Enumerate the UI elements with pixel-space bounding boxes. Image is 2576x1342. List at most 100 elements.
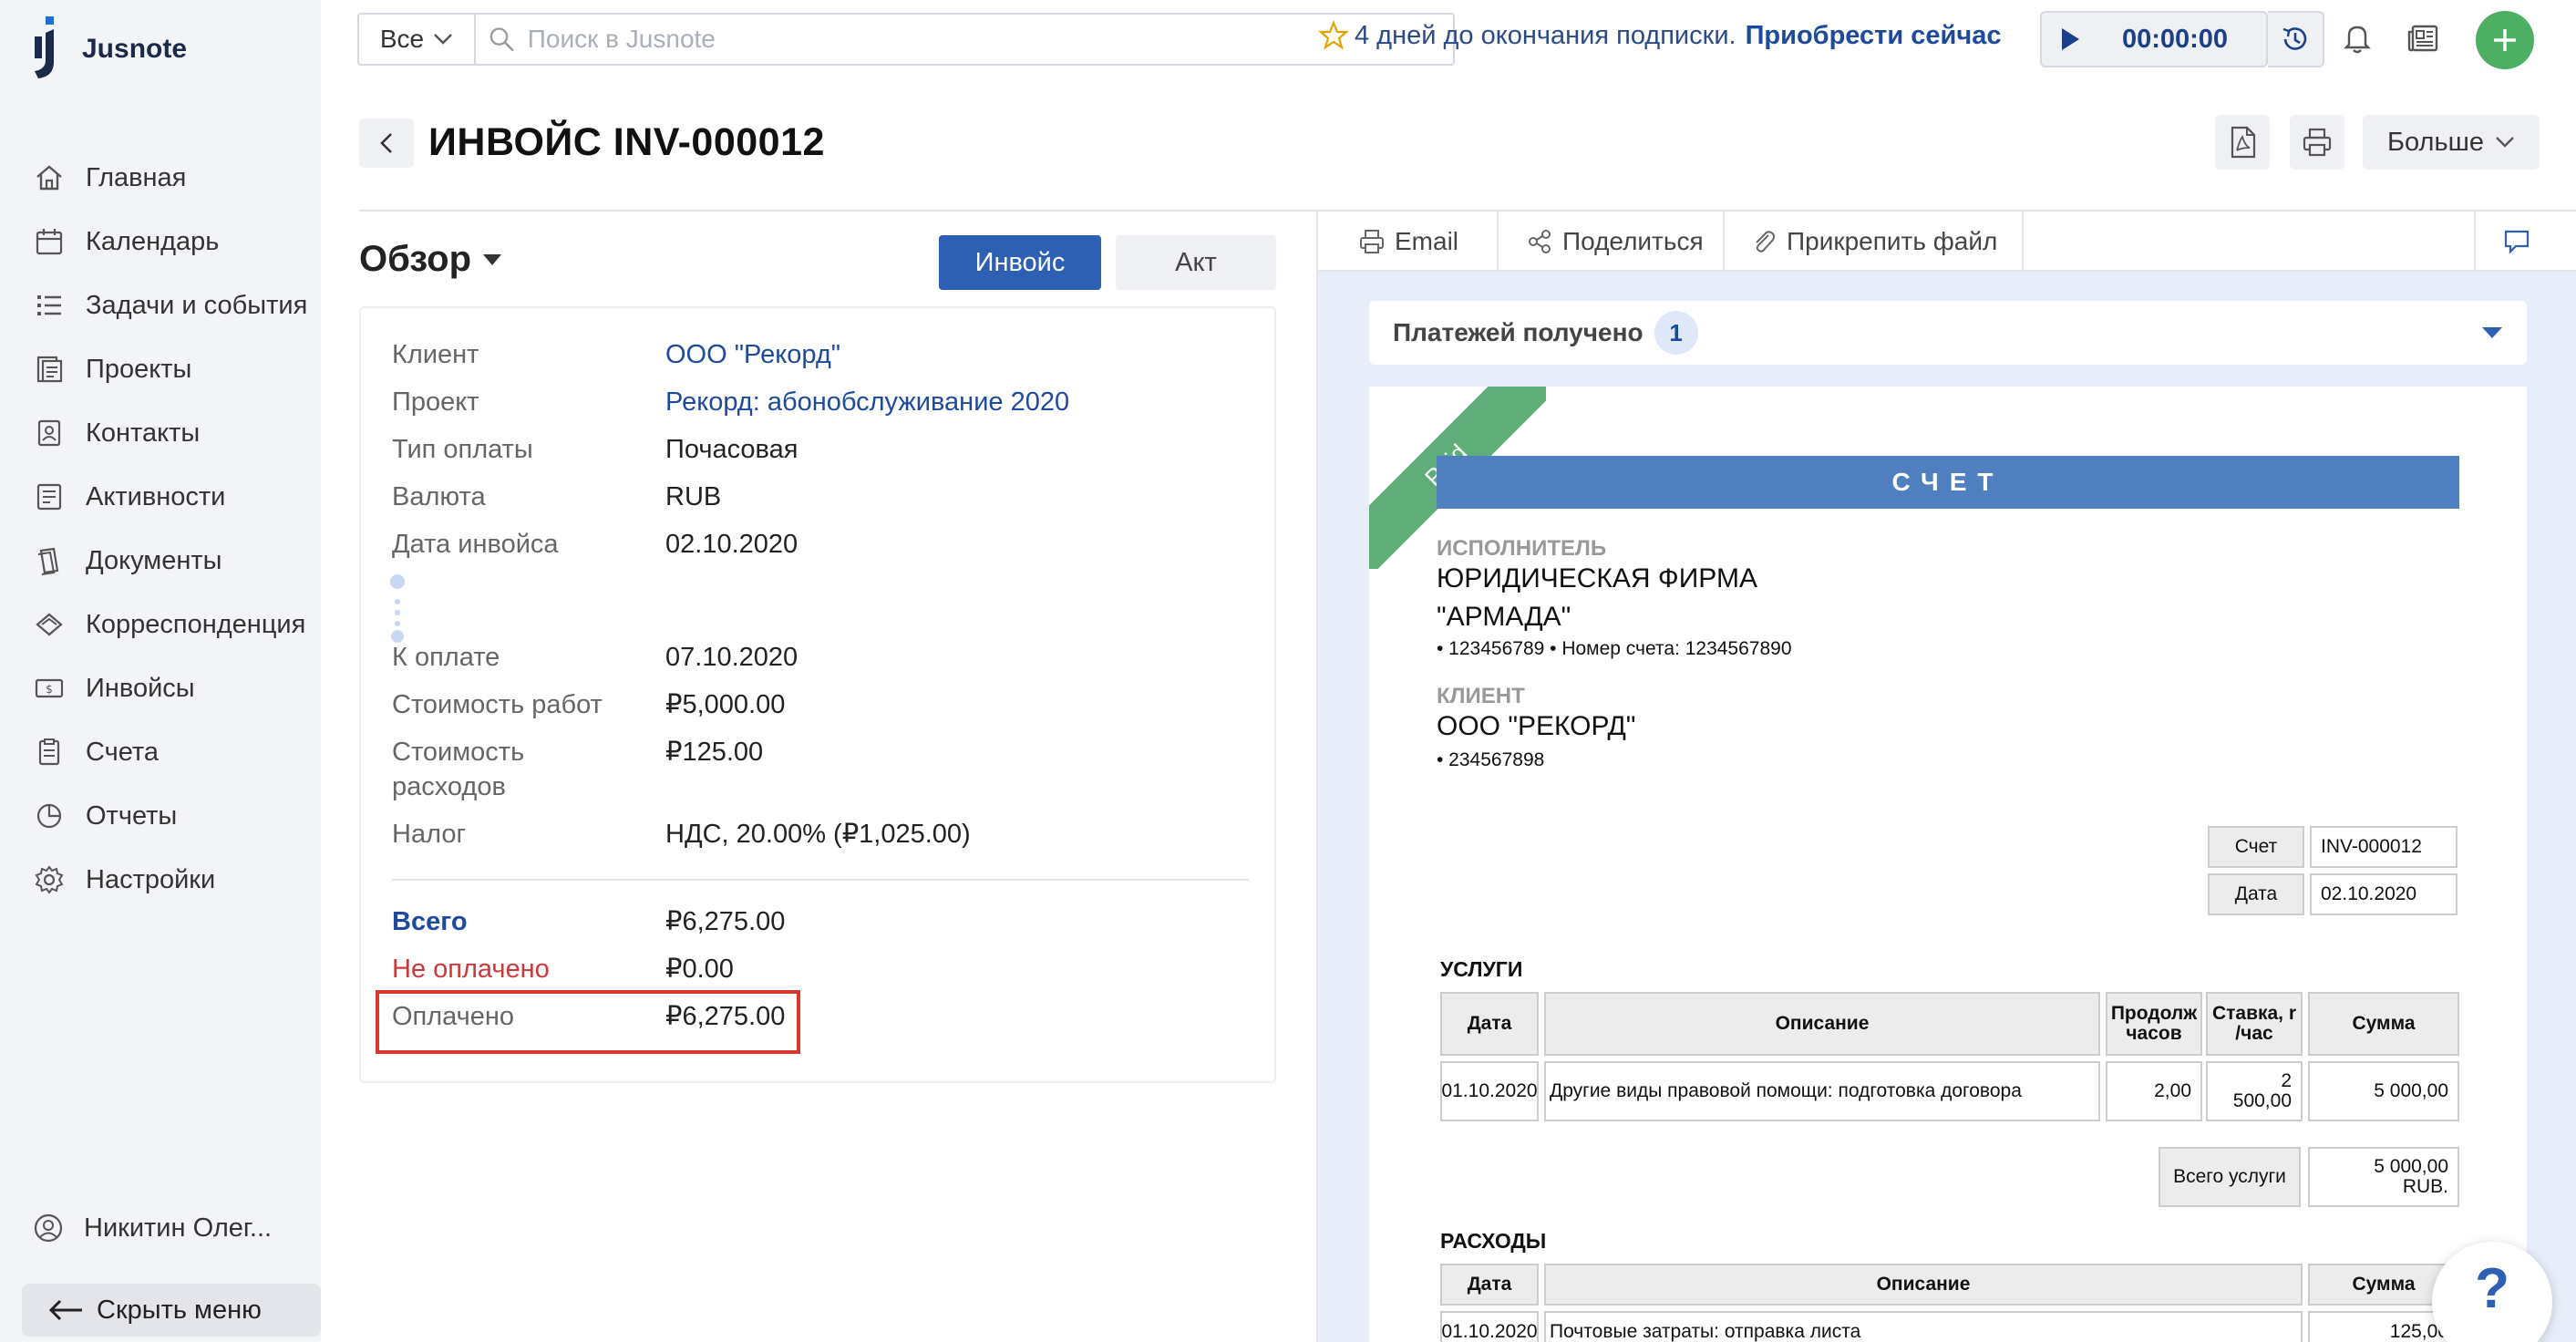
search-scope-select[interactable]: Все [359, 15, 476, 64]
pdf-icon [2231, 126, 2256, 159]
client-details: • 234567898 [1437, 749, 1545, 770]
sidebar-item-activities[interactable]: Активности [0, 465, 321, 529]
sidebar-item-contacts[interactable]: Контакты [0, 401, 321, 465]
services-header-sum: Сумма [2308, 992, 2459, 1056]
sidebar-item-label: Главная [86, 162, 187, 192]
jusnote-logo-icon [31, 16, 66, 82]
sidebar-item-label: Календарь [86, 226, 220, 256]
notifications-button[interactable] [2337, 18, 2377, 58]
field-value: ₽6,275.00 [665, 907, 786, 936]
field-label: Стоимость расходов [392, 735, 647, 804]
payments-received-dropdown[interactable]: Платежей получено 1 [1369, 301, 2527, 365]
services-total-value: 5 000,00 RUB. [2308, 1147, 2459, 1207]
star-icon [1318, 20, 1349, 50]
sidebar-item-documents[interactable]: Документы [0, 529, 321, 593]
document-heading: СЧЕТ [1437, 456, 2459, 509]
comments-button[interactable] [2503, 212, 2540, 272]
sidebar-item-label: Проекты [86, 354, 192, 384]
calendar-icon [33, 225, 66, 258]
timeline-dots-icon [390, 574, 405, 643]
home-icon [33, 161, 66, 194]
field-label: Проект [392, 387, 479, 417]
executor-name: ЮРИДИЧЕСКАЯ ФИРМА [1437, 563, 1757, 594]
services-header-desc: Описание [1544, 992, 2100, 1056]
projects-icon [33, 353, 66, 386]
field-value: 02.10.2020 [665, 530, 799, 559]
tasks-icon [33, 289, 66, 322]
reports-icon [33, 800, 66, 832]
hide-menu-button[interactable]: Скрыть меню [22, 1284, 321, 1337]
bell-icon [2344, 26, 2371, 54]
attach-file-button[interactable]: Прикрепить файл [1750, 212, 1997, 272]
more-menu-button[interactable]: Больше [2363, 115, 2540, 170]
sidebar-item-calendar[interactable]: Календарь [0, 210, 321, 274]
services-header-rate: Ставка, r /час [2206, 992, 2303, 1056]
field-value: НДС, 20.00% (₽1,025.00) [665, 820, 971, 849]
pdf-button[interactable] [2215, 115, 2270, 170]
sidebar-item-label: Корреспонденция [86, 609, 306, 639]
newspaper-icon [2407, 25, 2438, 52]
project-link[interactable]: Рекорд: абонобслуживание 2020 [665, 385, 1069, 419]
back-button[interactable] [359, 119, 414, 168]
paid-highlight-box [376, 990, 800, 1054]
contacts-icon [33, 417, 66, 449]
sidebar-item-correspondence[interactable]: Корреспонденция [0, 593, 321, 656]
email-button[interactable]: Email [1358, 212, 1458, 272]
sidebar-item-projects[interactable]: Проекты [0, 337, 321, 401]
sidebar-item-settings[interactable]: Настройки [0, 848, 321, 912]
news-button[interactable] [2403, 18, 2443, 58]
paperclip-icon [1756, 231, 1776, 253]
toolbar-separator [2022, 212, 2024, 272]
user-icon [34, 1213, 63, 1243]
sidebar-item-label: Счета [86, 737, 159, 767]
attach-file-label: Прикрепить файл [1787, 227, 1998, 255]
add-button[interactable] [2476, 11, 2534, 69]
invoice-document-preview: Paid СЧЕТ ИСПОЛНИТЕЛЬ ЮРИДИЧЕСКАЯ ФИРМА … [1369, 387, 2527, 1342]
sidebar-item-invoices[interactable]: $ Инвойсы [0, 656, 321, 720]
share-button[interactable]: Поделиться [1526, 212, 1704, 272]
user-profile[interactable]: Никитин Олег... [33, 1213, 272, 1244]
sidebar-item-bills[interactable]: Счета [0, 720, 321, 784]
field-label-line: расходов [392, 772, 506, 801]
correspondence-icon [33, 608, 66, 641]
sidebar-item-label: Отчеты [86, 800, 178, 831]
client-link[interactable]: ООО "Рекорд" [665, 337, 840, 372]
sidebar-item-label: Настройки [86, 864, 216, 894]
invoice-number-label: Счет [2208, 826, 2304, 868]
search-input[interactable] [527, 25, 1453, 54]
expense-row-desc: Почтовые затраты: отправка листа [1544, 1311, 2303, 1342]
services-total-label: Всего услуги [2159, 1147, 2301, 1207]
divider [392, 879, 1249, 881]
field-label: Не оплачено [392, 955, 550, 984]
sidebar-item-home[interactable]: Главная [0, 146, 321, 210]
bills-icon [33, 736, 66, 769]
tab-act[interactable]: Акт [1116, 235, 1276, 290]
play-icon [2062, 28, 2079, 50]
toolbar-separator [1723, 212, 1725, 272]
subscription-days: 4 дней до окончания подписки. [1355, 20, 1736, 50]
print-button[interactable] [2290, 115, 2344, 170]
timer-play-button[interactable] [2042, 26, 2098, 52]
sidebar-item-tasks[interactable]: Задачи и события [0, 274, 321, 337]
overview-title: Обзор [359, 239, 472, 279]
sidebar-item-reports[interactable]: Отчеты [0, 784, 321, 848]
time-tracker: 00:00:00 [2040, 11, 2268, 67]
timer-history-button[interactable] [2268, 11, 2324, 67]
buy-now-link[interactable]: Приобрести сейчас [1746, 21, 2002, 51]
subscription-promo: 4 дней до окончания подписки. Приобрести… [1318, 20, 2001, 51]
expenses-header-desc: Описание [1544, 1264, 2303, 1306]
executor-details: • 123456789 • Номер счета: 1234567890 [1437, 638, 1792, 659]
field-value: ₽0.00 [665, 955, 734, 984]
client-label: КЛИЕНТ [1437, 684, 1525, 708]
overview-dropdown[interactable]: Обзор [359, 239, 502, 280]
tab-invoice[interactable]: Инвойс [939, 235, 1101, 290]
share-icon [1529, 230, 1551, 253]
app-logo[interactable]: Jusnote [31, 16, 187, 82]
sidebar-item-label: Активности [86, 481, 226, 511]
sidebar: Jusnote Главная Календарь Задачи и событ… [0, 0, 321, 1342]
plus-icon [2494, 29, 2516, 51]
sidebar-nav: Главная Календарь Задачи и события Проек… [0, 146, 321, 912]
field-label: Клиент [392, 340, 479, 369]
toolbar-separator [2474, 212, 2476, 272]
printer-icon [1360, 230, 1384, 253]
